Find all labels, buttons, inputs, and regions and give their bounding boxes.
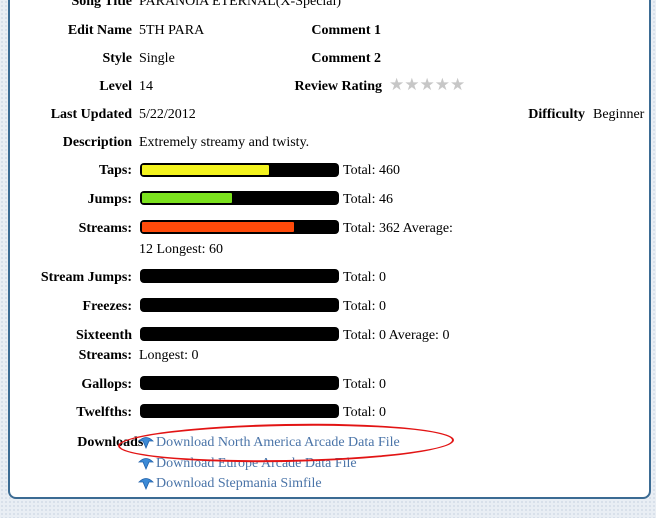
stream-jumps-label: Stream Jumps:: [40, 270, 132, 285]
stream-jumps-total: Total: 0: [343, 270, 386, 285]
freezes-total: Total: 0: [343, 299, 386, 314]
twelfths-bar: [140, 404, 339, 418]
song-title-label: Song Title: [71, 0, 132, 9]
sixteenth-streams-label: Streams:: [78, 348, 132, 363]
song-details-panel: [8, 0, 651, 499]
comment2-label: Comment 2: [311, 51, 381, 66]
comment1-label: Comment 1: [311, 23, 381, 38]
download-stepmania-label[interactable]: Download Stepmania Simfile: [156, 476, 322, 491]
review-rating-label: Review Rating: [294, 79, 383, 94]
download-stepmania-link[interactable]: Download Stepmania Simfile: [138, 476, 322, 495]
download-north-america-label[interactable]: Download North America Arcade Data File: [156, 435, 400, 450]
gallops-label: Gallops:: [81, 377, 132, 392]
rating-stars[interactable]: ★★★★★: [389, 75, 465, 95]
style-value: Single: [139, 51, 175, 66]
jumps-bar-fill: [142, 193, 232, 203]
freezes-bar: [140, 298, 339, 312]
level-label: Level: [99, 79, 132, 94]
freezes-label: Freezes:: [82, 299, 132, 314]
streams-bar: [140, 220, 339, 234]
gallops-bar: [140, 376, 339, 390]
streams-longest: 12 Longest: 60: [139, 242, 223, 257]
taps-label: Taps:: [99, 163, 132, 178]
jumps-label: Jumps:: [87, 192, 132, 207]
twelfths-total: Total: 0: [343, 405, 386, 420]
gallops-total: Total: 0: [343, 377, 386, 392]
taps-bar: [140, 163, 339, 177]
level-value: 14: [139, 79, 153, 94]
jumps-total: Total: 46: [343, 192, 393, 207]
download-north-america-link[interactable]: Download North America Arcade Data File: [138, 435, 400, 454]
sixteenth-longest: Longest: 0: [139, 348, 199, 363]
download-europe-label[interactable]: Download Europe Arcade Data File: [156, 456, 357, 471]
download-arrow-icon: [138, 456, 156, 475]
taps-bar-fill: [142, 165, 269, 175]
difficulty-label: Difficulty: [528, 107, 585, 122]
description-value: Extremely streamy and twisty.: [139, 135, 310, 150]
twelfths-label: Twelfths:: [76, 405, 132, 420]
style-label: Style: [102, 51, 132, 66]
edit-name-value: 5TH PARA: [139, 23, 205, 38]
description-label: Description: [62, 135, 132, 150]
last-updated-label: Last Updated: [50, 107, 132, 122]
download-arrow-icon: [138, 476, 156, 495]
streams-total: Total: 362 Average:: [343, 221, 453, 236]
difficulty-value: Beginner: [593, 107, 645, 122]
streams-label: Streams:: [78, 221, 132, 236]
download-arrow-icon: [138, 435, 156, 454]
song-title-value: PARANOiA ETERNAL(X-Special): [139, 0, 342, 9]
taps-total: Total: 460: [343, 163, 400, 178]
sixteenth-bar: [140, 327, 339, 341]
sixteenth-label: Sixteenth: [76, 328, 132, 343]
streams-bar-fill: [142, 222, 294, 232]
edit-name-label: Edit Name: [67, 23, 132, 38]
stream-jumps-bar: [140, 269, 339, 283]
download-europe-link[interactable]: Download Europe Arcade Data File: [138, 456, 357, 475]
sixteenth-total: Total: 0 Average: 0: [343, 328, 450, 343]
last-updated-value: 5/22/2012: [139, 107, 196, 122]
jumps-bar: [140, 191, 339, 205]
